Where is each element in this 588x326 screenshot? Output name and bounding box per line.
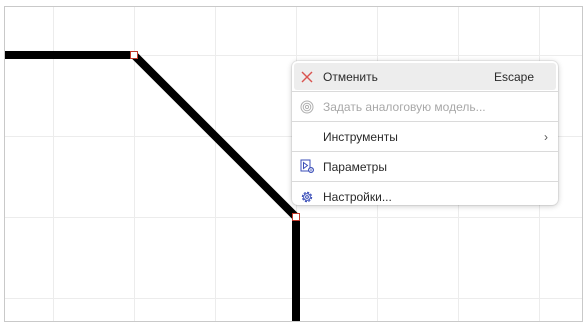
chevron-right-icon: › (544, 129, 548, 144)
context-menu: Отменить Escape Задать аналоговую модель… (292, 61, 558, 205)
empty-icon-slot (299, 129, 315, 145)
wire-vertex-handle[interactable] (292, 213, 300, 221)
parameters-icon (299, 159, 315, 175)
close-x-icon (299, 69, 315, 85)
menu-separator (292, 121, 558, 122)
menu-item-parameters[interactable]: Параметры (294, 153, 556, 180)
menu-item-set-analog-model[interactable]: Задать аналоговую модель... (294, 93, 556, 120)
wire-vertex-handle[interactable] (130, 51, 138, 59)
menu-item-label: Отменить (323, 69, 378, 84)
menu-separator (292, 151, 558, 152)
menu-item-label: Настройки... (323, 189, 392, 204)
wire-line[interactable] (5, 51, 300, 322)
menu-item-label: Инструменты (323, 129, 398, 144)
menu-item-tools[interactable]: Инструменты › (294, 123, 556, 150)
menu-separator (292, 181, 558, 182)
gear-icon (299, 189, 315, 205)
menu-separator (292, 91, 558, 92)
menu-item-settings[interactable]: Настройки... (294, 183, 556, 210)
menu-item-label: Задать аналоговую модель... (323, 99, 486, 114)
menu-item-shortcut: Escape (493, 69, 534, 84)
analog-model-icon (299, 99, 315, 115)
menu-item-cancel[interactable]: Отменить Escape (294, 63, 556, 90)
menu-item-label: Параметры (323, 159, 387, 174)
